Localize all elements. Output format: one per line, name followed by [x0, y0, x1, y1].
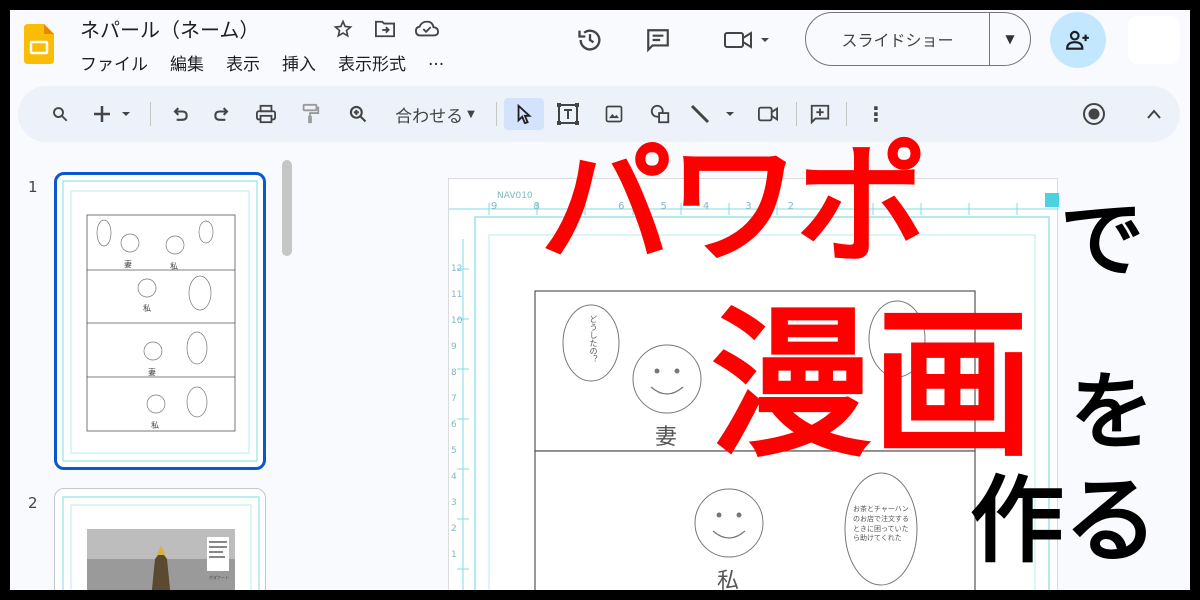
- undo-icon[interactable]: [164, 98, 196, 130]
- ruler-tick-label: 4: [451, 472, 457, 482]
- ruler-tick-label: 8: [451, 368, 457, 378]
- shape-icon[interactable]: [644, 98, 676, 130]
- cloud-saved-icon[interactable]: [414, 16, 440, 42]
- thumb-label: 私: [151, 421, 159, 430]
- character-label-me: 私: [717, 569, 740, 590]
- meet-video-icon[interactable]: [718, 20, 778, 60]
- headline-line1: パワポ: [540, 129, 928, 283]
- headline-line3: 作る: [970, 467, 1159, 576]
- filmstrip-scrollbar[interactable]: [282, 160, 292, 256]
- headline-line2: 漫画: [710, 292, 1034, 480]
- record-icon[interactable]: [1078, 98, 1110, 130]
- more-vert-icon[interactable]: ⋮: [860, 98, 892, 130]
- zoom-label: 合わせる: [395, 106, 464, 127]
- menu-more[interactable]: ...: [428, 50, 444, 75]
- ruler-tick-label: 7: [451, 394, 457, 404]
- avatar[interactable]: [1128, 16, 1180, 64]
- toolbar-divider: [796, 102, 797, 126]
- select-cursor-icon[interactable]: [504, 98, 544, 130]
- zoom-chevron-down-icon: ▼: [467, 108, 475, 120]
- toolbar-divider: [846, 102, 847, 126]
- add-comment-icon[interactable]: [804, 98, 836, 130]
- ruler-tick-label: 6: [451, 420, 457, 430]
- move-folder-icon[interactable]: [372, 16, 398, 42]
- share-add-person-icon[interactable]: [1050, 12, 1106, 68]
- slideshow-button[interactable]: スライドショー ▼: [805, 12, 1031, 66]
- menu-bar: ファイル 編集 表示 挿入 表示形式 ...: [80, 50, 444, 75]
- ruler-tick-label: 5: [451, 446, 457, 456]
- menu-edit[interactable]: 編集: [170, 50, 204, 75]
- comment-icon[interactable]: [638, 20, 678, 60]
- paint-format-icon[interactable]: [294, 98, 326, 130]
- ruler-label: NAV010: [497, 191, 533, 201]
- ruler-side-numbers: 12 11 10 9 8 7 6 5 4 3 2 1: [451, 263, 462, 561]
- ruler-tick-label: 2: [451, 524, 457, 534]
- ruler-tick-label: 9: [491, 201, 498, 212]
- slide-number: 1: [28, 178, 38, 196]
- speech-bubble-text: お茶とチャーハンのお店で注文するときに困っていたら助けてくれた: [853, 505, 909, 543]
- thumb-label: 妻: [148, 368, 156, 377]
- ruler-tick-label: 8: [533, 201, 540, 212]
- ruler-tick-label: 1: [451, 550, 457, 560]
- ruler-tick-label: 10: [451, 316, 463, 326]
- chevron-up-icon[interactable]: [1138, 98, 1170, 130]
- menu-insert[interactable]: 挿入: [282, 50, 316, 75]
- thumb-label: 妻: [124, 260, 132, 269]
- thumb-label: 私: [170, 262, 178, 271]
- ruler-tick-label: 3: [451, 498, 457, 508]
- ruler-tick-label: 12: [451, 264, 463, 274]
- menu-format[interactable]: 表示形式: [338, 50, 406, 75]
- ruler-tick-label: 11: [451, 290, 463, 300]
- slides-logo-icon[interactable]: [24, 24, 54, 64]
- redo-icon[interactable]: [206, 98, 238, 130]
- slide-thumbnail-2[interactable]: ボダナート: [54, 488, 266, 590]
- headline-line2-particle: を: [1070, 363, 1155, 461]
- zoom-select[interactable]: 合わせる ▼: [380, 98, 490, 130]
- new-slide-icon[interactable]: [88, 98, 140, 130]
- character-label-wife: 妻: [655, 425, 678, 450]
- slide-number: 2: [28, 494, 38, 512]
- image-icon[interactable]: [598, 98, 630, 130]
- toolbar-divider: [150, 102, 151, 126]
- slide-thumbnail-1[interactable]: 妻 私 私 妻 私: [54, 172, 266, 470]
- thumb-label: 私: [143, 304, 151, 313]
- video-insert-icon[interactable]: [752, 98, 784, 130]
- headline-line1-particle: で: [1060, 191, 1145, 289]
- document-title[interactable]: ネパール（ネーム）: [80, 14, 259, 43]
- search-menus-icon[interactable]: [44, 98, 76, 130]
- thumb2-caption: ボダナート: [209, 575, 229, 580]
- line-icon[interactable]: [686, 98, 742, 130]
- menu-view[interactable]: 表示: [226, 50, 260, 75]
- speech-bubble-text: どうしたの？: [589, 315, 598, 363]
- print-icon[interactable]: [250, 98, 282, 130]
- text-box-icon[interactable]: [552, 98, 584, 130]
- chevron-down-icon[interactable]: ▼: [990, 32, 1030, 46]
- menu-file[interactable]: ファイル: [80, 50, 148, 75]
- ruler-tick-label: 9: [451, 342, 457, 352]
- toolbar-divider: [496, 102, 497, 126]
- history-icon[interactable]: [570, 20, 610, 60]
- zoom-icon[interactable]: [342, 98, 374, 130]
- star-icon[interactable]: [330, 16, 356, 42]
- app-window: ネパール（ネーム） ファイル 編集 表示 挿入 表示形式 ... スライドショー…: [10, 10, 1190, 590]
- slideshow-label[interactable]: スライドショー: [806, 13, 990, 65]
